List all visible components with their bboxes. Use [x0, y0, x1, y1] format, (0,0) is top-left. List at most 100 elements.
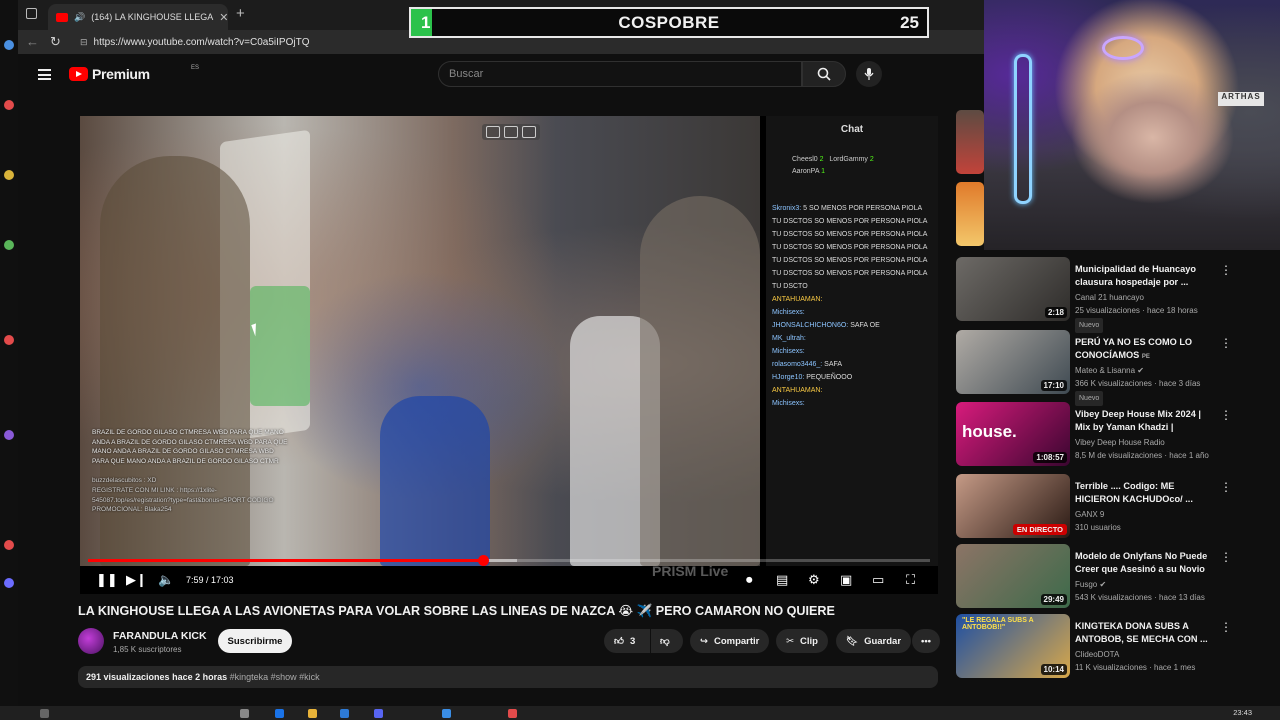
- more-vertical-icon[interactable]: ⋮: [1220, 480, 1232, 494]
- more-actions-button[interactable]: •••: [912, 629, 940, 653]
- player-controls: ❚❚ ▶❙ 🔈 7:59 / 17:03 ⏺ ▤ ⚙ ▣ ▭ ⛶: [80, 566, 938, 594]
- clip-button[interactable]: ✂ Clip: [776, 629, 828, 653]
- dislike-button[interactable]: 👎︎: [651, 629, 683, 653]
- recommendation-item[interactable]: 17:10 PERÚ YA NO ES COMO LO CONOCÍAMOS PE…: [956, 330, 1280, 406]
- new-tab-icon[interactable]: +: [236, 5, 245, 22]
- search-button[interactable]: [802, 61, 846, 87]
- thumbnail[interactable]: EN DIRECTO: [956, 474, 1070, 538]
- app-icon[interactable]: [4, 100, 14, 110]
- recommendation-channel[interactable]: Canal 21 huancayo: [1075, 291, 1225, 304]
- close-tab-icon[interactable]: ✕: [219, 11, 228, 24]
- app-icon[interactable]: [4, 540, 14, 550]
- fullscreen-icon[interactable]: ⛶: [906, 570, 915, 590]
- pause-icon[interactable]: ❚❚: [96, 570, 118, 590]
- back-icon[interactable]: ←: [26, 34, 39, 49]
- app-icon[interactable]: [4, 40, 14, 50]
- recommendation-title[interactable]: Municipalidad de Huancayo clausura hospe…: [1075, 263, 1215, 289]
- channel-avatar[interactable]: [78, 628, 104, 654]
- seek-bar[interactable]: [88, 555, 930, 566]
- chat-message: rolasomo3446_: SAFA: [772, 361, 843, 368]
- thumbnail[interactable]: [956, 182, 984, 246]
- chat-message: ANTAHUAMAN:: [772, 387, 823, 394]
- speaker-icon[interactable]: 🔊: [74, 12, 85, 23]
- recommendation-title[interactable]: KINGTEKA DONA SUBS A ANTOBOB, SE MECHA C…: [1075, 620, 1215, 646]
- recommendation-channel[interactable]: Mateo & Lisanna ✔: [1075, 364, 1225, 377]
- folder-icon[interactable]: [308, 709, 317, 718]
- hashtags[interactable]: #kingteka #show #kick: [230, 672, 320, 682]
- settings-gear-icon[interactable]: ⚙: [808, 570, 820, 590]
- recommendation-title[interactable]: Terrible .... Codigo: ME HICIERON KACHUD…: [1075, 480, 1215, 506]
- recommendation-item[interactable]: 2:18 Municipalidad de Huancayo clausura h…: [956, 257, 1280, 333]
- thumbnail[interactable]: house. 1:08:57: [956, 402, 1070, 466]
- share-button[interactable]: ↪ Compartir: [690, 629, 770, 653]
- task-view-icon[interactable]: [240, 709, 249, 718]
- app-icon[interactable]: [340, 709, 349, 718]
- more-vertical-icon[interactable]: ⋮: [1220, 408, 1232, 422]
- recommendation-channel[interactable]: Vibey Deep House Radio: [1075, 436, 1225, 449]
- thumbnail-text: house.: [962, 422, 1017, 441]
- channel-name[interactable]: FARANDULA KICK: [113, 630, 207, 642]
- like-button[interactable]: 👍︎ 3: [604, 629, 650, 653]
- reload-icon[interactable]: ↻: [50, 34, 61, 50]
- subtitles-icon[interactable]: ▤: [776, 570, 788, 590]
- tab-actions-icon[interactable]: [26, 8, 37, 19]
- video-player[interactable]: BRAZIL DE GORDO GILASO CTMRESA WBD PARA …: [80, 116, 938, 594]
- seek-handle[interactable]: [477, 555, 489, 566]
- voice-search-button[interactable]: [856, 61, 882, 87]
- volume-icon[interactable]: 🔈: [158, 570, 174, 590]
- search-icon[interactable]: [40, 709, 49, 718]
- recommendation-slivers: [956, 110, 984, 250]
- save-button[interactable]: 🔖︎ Guardar: [836, 629, 912, 653]
- recommendation-item[interactable]: EN DIRECTO Terrible .... Codigo: ME HICIE…: [956, 474, 1280, 540]
- app-icon[interactable]: [4, 430, 14, 440]
- share-icon: ↪: [700, 635, 708, 647]
- recommendation-meta: Mateo & Lisanna ✔ 366 K visualizaciones ·…: [1075, 364, 1225, 406]
- recommendation-title[interactable]: PERÚ YA NO ES COMO LO CONOCÍAMOS PE: [1075, 336, 1215, 363]
- thumbnail[interactable]: 17:10: [956, 330, 1070, 394]
- url-text: https://www.youtube.com/watch?v=C0a5iIPO…: [93, 36, 310, 48]
- menu-icon[interactable]: [38, 69, 51, 80]
- autoplay-toggle-icon[interactable]: ⏺: [746, 570, 753, 590]
- live-badge: EN DIRECTO: [1012, 524, 1067, 535]
- recommendation-channel[interactable]: Fusgo ✔: [1075, 578, 1225, 591]
- app-icon[interactable]: [442, 709, 451, 718]
- thumbnail[interactable]: 29:49: [956, 544, 1070, 608]
- recommendation-item[interactable]: house. 1:08:57 Vibey Deep House Mix 2024 |…: [956, 402, 1280, 468]
- more-vertical-icon[interactable]: ⋮: [1220, 336, 1232, 350]
- wall-sign: ARTHAS: [1218, 92, 1264, 106]
- next-icon[interactable]: ▶❙: [126, 570, 147, 590]
- description-box[interactable]: 291 visualizaciones hace 2 horas #kingte…: [78, 666, 938, 688]
- discord-icon[interactable]: [374, 709, 383, 718]
- miniplayer-icon[interactable]: ▣: [840, 570, 852, 590]
- recommendation-item[interactable]: 29:49 Modelo de Onlyfans No Puede Creer q…: [956, 544, 1280, 610]
- browser-icon[interactable]: [275, 709, 284, 718]
- video-frame[interactable]: BRAZIL DE GORDO GILASO CTMRESA WBD PARA …: [80, 116, 760, 566]
- more-vertical-icon[interactable]: ⋮: [1220, 620, 1232, 634]
- duration-badge: 1:08:57: [1033, 452, 1067, 463]
- app-icon[interactable]: [4, 335, 14, 345]
- app-icon[interactable]: [4, 240, 14, 250]
- thumbnail[interactable]: "LE REGALA SUBS A ANTOBOB!!" 10:14: [956, 614, 1070, 678]
- recommendation-channel[interactable]: GANX 9: [1075, 508, 1225, 521]
- youtube-logo[interactable]: Premium ES: [69, 65, 199, 82]
- site-info-icon[interactable]: ⊟: [80, 37, 88, 48]
- chat-message: ANTAHUAMAN:: [772, 296, 823, 303]
- theater-mode-icon[interactable]: ▭: [872, 570, 884, 590]
- recommendation-title[interactable]: Modelo de Onlyfans No Puede Creer que As…: [1075, 550, 1215, 576]
- chat-message: Michisexs:: [772, 309, 805, 316]
- share-label: Compartir: [713, 635, 760, 647]
- more-vertical-icon[interactable]: ⋮: [1220, 550, 1232, 564]
- app-icon[interactable]: [508, 709, 517, 718]
- recommendation-channel[interactable]: ClideoDOTA: [1075, 648, 1225, 661]
- recommendation-stats: 8,5 M de visualizaciones · hace 1 año: [1075, 451, 1209, 460]
- browser-tab[interactable]: 🔊 (164) LA KINGHOUSE LLEGA ✕: [48, 4, 228, 30]
- search-input[interactable]: Buscar: [438, 61, 802, 87]
- more-vertical-icon[interactable]: ⋮: [1220, 263, 1232, 277]
- thumbnail[interactable]: 2:18: [956, 257, 1070, 321]
- app-icon[interactable]: [4, 578, 14, 588]
- recommendation-title[interactable]: Vibey Deep House Mix 2024 | Mix by Yaman…: [1075, 408, 1215, 435]
- app-icon[interactable]: [4, 170, 14, 180]
- thumbnail[interactable]: [956, 110, 984, 174]
- recommendation-item[interactable]: "LE REGALA SUBS A ANTOBOB!!" 10:14 KINGTEK…: [956, 614, 1280, 680]
- subscribe-button[interactable]: Suscribirme: [218, 629, 292, 653]
